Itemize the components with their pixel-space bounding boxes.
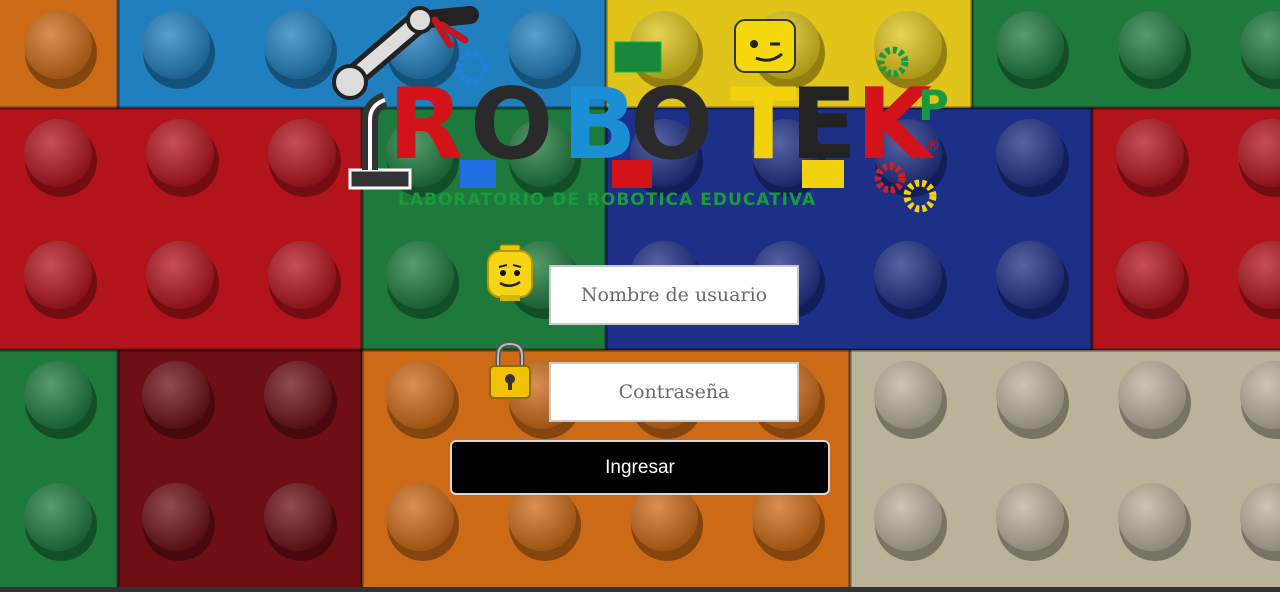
password-input[interactable]: [549, 362, 799, 422]
login-button[interactable]: Ingresar: [450, 440, 830, 495]
padlock-icon: [489, 341, 531, 399]
lego-head-icon: [487, 244, 533, 301]
username-input[interactable]: [549, 265, 799, 325]
login-form: Ingresar: [0, 0, 1280, 587]
